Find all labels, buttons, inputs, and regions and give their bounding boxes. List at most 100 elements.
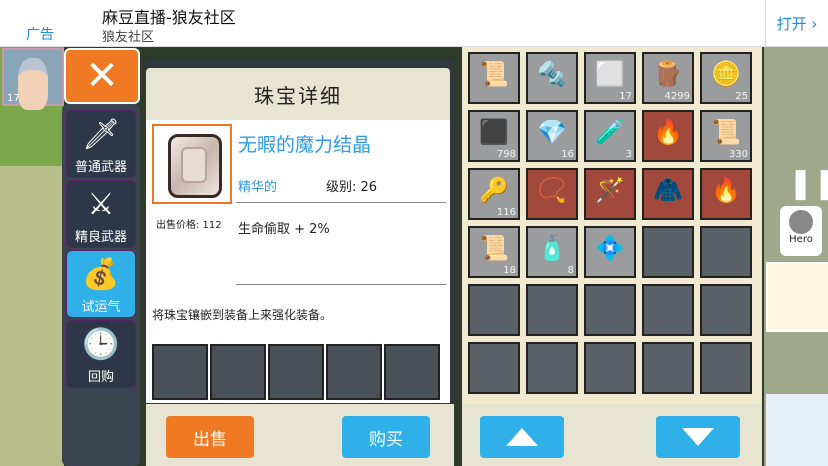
fire-rune-icon: 🔥 <box>653 118 683 146</box>
socket-slot[interactable] <box>326 344 382 400</box>
socket-slot[interactable] <box>152 344 208 400</box>
red-scroll-icon: 📜 <box>479 234 509 262</box>
sell-price: 出售价格: 112 <box>156 220 222 231</box>
item-preview <box>152 124 232 204</box>
iron-ingot-icon: ⬛ <box>479 118 509 146</box>
sell-button[interactable]: 出售 <box>166 416 254 458</box>
item-count: 330 <box>728 149 748 160</box>
amulet-icon: 📿 <box>537 176 567 204</box>
item-count: 25 <box>735 91 748 102</box>
scroll-down-button[interactable] <box>656 416 740 458</box>
inventory-slot[interactable]: 🪵 4299 <box>642 52 694 104</box>
inventory-slot-empty[interactable] <box>700 226 752 278</box>
clock-icon: 🕒 <box>82 327 120 362</box>
jewel-detail-panel: 珠宝详细 无暇的魔力结晶 精华的 级别: 26 出售价格: 112 生命偷取 +… <box>146 60 454 460</box>
tab-fine-weapons[interactable]: ⚔ 精良武器 <box>66 180 136 248</box>
ad-banner[interactable]: 广告 麻豆直播-狼友社区 狼友社区 打开 › <box>0 0 828 47</box>
item-count: 18 <box>503 265 516 276</box>
inventory-slot-empty[interactable] <box>700 284 752 336</box>
lucky-bag-icon: 💰 <box>82 257 120 292</box>
inventory-slot[interactable]: 🔑 116 <box>468 168 520 220</box>
tab-normal-weapons[interactable]: 🗡 普通武器 <box>66 110 136 178</box>
silver-ingot-icon: ⬜ <box>595 60 625 88</box>
inventory-slot[interactable]: 🧴 8 <box>526 226 578 278</box>
tab-label: 精良武器 <box>74 230 127 245</box>
inventory-slot-empty[interactable] <box>526 342 578 394</box>
socket-slot[interactable] <box>268 344 324 400</box>
inventory-slot[interactable]: 🧪 3 <box>584 110 636 162</box>
gold-coins-icon: 🪙 <box>711 60 741 88</box>
socket-slot[interactable] <box>210 344 266 400</box>
tab-buyback[interactable]: 🕒 回购 <box>66 320 136 388</box>
inventory-slot-empty[interactable] <box>526 284 578 336</box>
red-crystal-icon: 💎 <box>537 118 567 146</box>
dirt-path <box>0 166 64 466</box>
hero-face <box>18 58 48 110</box>
pause-button[interactable]: ❚❚ <box>788 166 828 206</box>
drill-icon: 🔩 <box>537 60 567 88</box>
panel-title: 珠宝详细 <box>146 68 450 120</box>
inventory-slot[interactable]: 📿 <box>526 168 578 220</box>
buy-button[interactable]: 购买 <box>342 416 430 458</box>
inventory-slot-empty[interactable] <box>642 342 694 394</box>
fire-rune-icon: 🔥 <box>711 176 741 204</box>
item-name: 无暇的魔力结晶 <box>238 134 372 156</box>
scroll-up-button[interactable] <box>480 416 564 458</box>
hero-portrait[interactable]: 17 <box>2 48 64 110</box>
inventory-slot-empty[interactable] <box>584 342 636 394</box>
staff-skill-card[interactable] <box>766 262 828 332</box>
tab-try-luck[interactable]: 💰 试运气 <box>66 250 136 318</box>
inventory-slot[interactable]: ⬜ 17 <box>584 52 636 104</box>
item-stat: 生命偷取 + 2% <box>238 222 330 237</box>
inventory-slot[interactable]: 📜 330 <box>700 110 752 162</box>
divider <box>236 284 446 285</box>
inventory-slot-empty[interactable] <box>642 226 694 278</box>
hero-label: Hero <box>789 234 813 245</box>
feather-skill-card[interactable] <box>766 394 828 466</box>
potion-vial-icon: 🧪 <box>595 118 625 146</box>
inventory-slot[interactable]: 💎 16 <box>526 110 578 162</box>
inventory-slot-empty[interactable] <box>468 342 520 394</box>
ad-tag: 广告 <box>26 27 54 43</box>
item-count: 4299 <box>664 91 690 102</box>
shop-category-tabs: 🗡 普通武器 ⚔ 精良武器 💰 试运气 🕒 回购 <box>62 104 140 466</box>
item-count: 116 <box>496 207 516 218</box>
ad-title[interactable]: 麻豆直播-狼友社区 <box>102 4 236 28</box>
hero-button[interactable]: Hero <box>780 206 822 256</box>
item-level: 级别: 26 <box>326 180 378 195</box>
ad-subtitle: 狼友社区 <box>102 30 155 45</box>
close-button[interactable]: ✕ <box>64 48 140 104</box>
gem-icon <box>168 134 222 198</box>
inventory-slot[interactable]: 🧥 <box>642 168 694 220</box>
inventory-slot-empty[interactable] <box>468 284 520 336</box>
inventory-slot[interactable]: ⬛ 798 <box>468 110 520 162</box>
socket-slot[interactable] <box>384 344 440 400</box>
inventory-slot[interactable]: 📜 18 <box>468 226 520 278</box>
inventory-slot[interactable]: 🪄 <box>584 168 636 220</box>
arrow-down-icon <box>682 428 714 446</box>
inventory-slot[interactable]: 🔩 <box>526 52 578 104</box>
inventory-slot[interactable]: 📜 <box>468 52 520 104</box>
fine-sword-icon: ⚔ <box>87 187 115 222</box>
tab-label: 试运气 <box>81 300 121 315</box>
inventory-slot-empty[interactable] <box>700 342 752 394</box>
golden-key-icon: 🔑 <box>479 176 509 204</box>
inventory-slot[interactable]: 🔥 <box>700 168 752 220</box>
tab-label: 普通武器 <box>74 160 127 175</box>
inventory-grid: 📜 🔩 ⬜ 17 🪵 4299 🪙 25 ⬛ 798 💎 16 🧪 3 🔥 📜 330 🔑 116 📿 🪄 🧥 🔥 📜 18 🧴 8… <box>462 46 762 406</box>
item-quality: 精华的 <box>238 180 278 195</box>
inventory-slot[interactable]: 🔥 <box>642 110 694 162</box>
gem-icon: 💠 <box>595 234 625 262</box>
inventory-slot-empty[interactable] <box>642 284 694 336</box>
inventory-slot[interactable]: 🪙 25 <box>700 52 752 104</box>
item-count: 3 <box>625 149 632 160</box>
item-description: 将珠宝镶嵌到装备上来强化装备。 <box>152 308 333 322</box>
health-potion-icon: 🧴 <box>537 234 567 262</box>
inventory-slot-empty[interactable] <box>584 284 636 336</box>
item-count: 8 <box>567 265 574 276</box>
gem-facet <box>181 147 207 183</box>
ad-open-button[interactable]: 打开 › <box>765 0 828 46</box>
blue-scroll-icon: 📜 <box>711 118 741 146</box>
inventory-slot[interactable]: 💠 <box>584 226 636 278</box>
divider <box>236 202 446 203</box>
